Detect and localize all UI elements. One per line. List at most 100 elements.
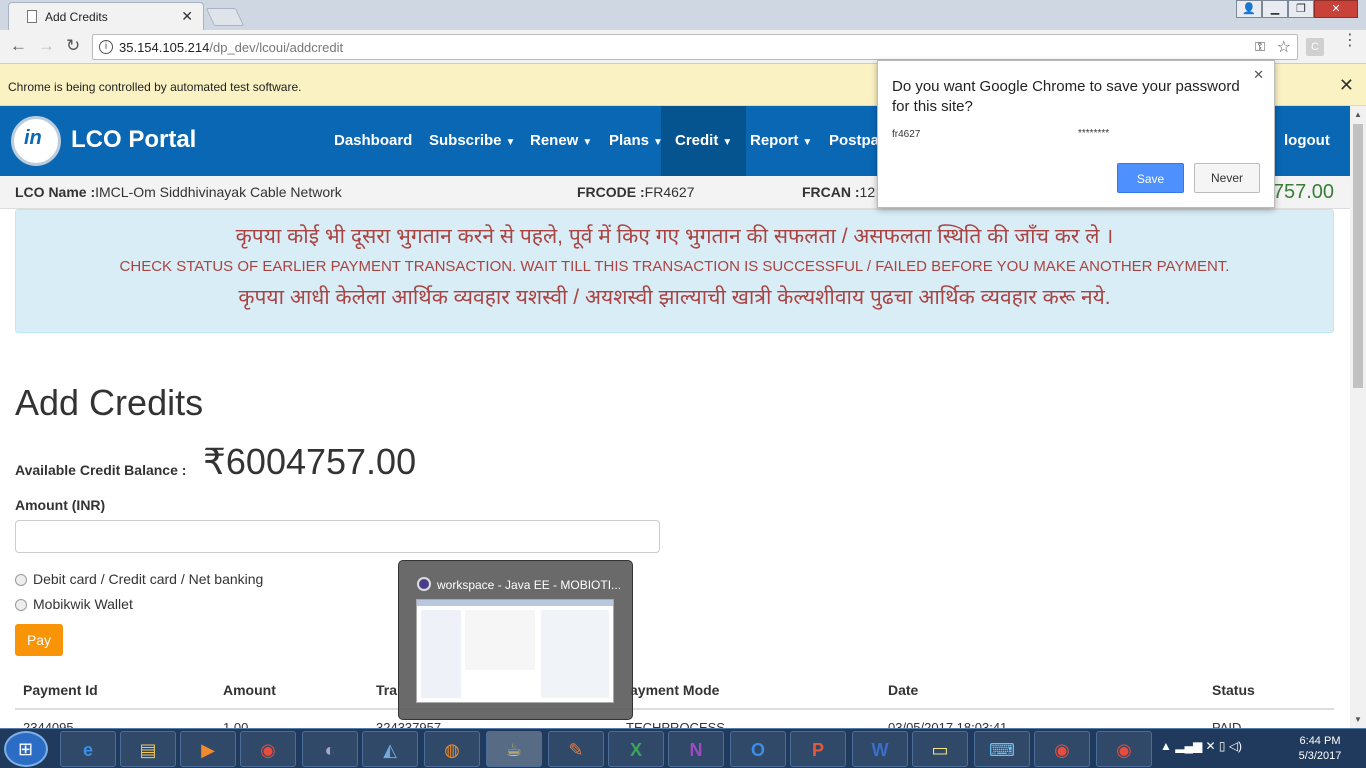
card-radio[interactable] bbox=[15, 574, 27, 586]
preview-thumbnail[interactable] bbox=[416, 599, 614, 703]
user-icon[interactable]: 👤 bbox=[1236, 0, 1262, 18]
nav-logout[interactable]: logout bbox=[1284, 106, 1330, 176]
in-digital-logo[interactable]: in bbox=[11, 116, 61, 166]
nav-subscribe[interactable]: Subscribe ▼ bbox=[429, 106, 515, 176]
scroll-up-icon[interactable]: ▲ bbox=[1354, 110, 1362, 119]
frcode: FRCODE :FR4627 bbox=[577, 184, 694, 200]
amount-input[interactable] bbox=[15, 520, 660, 553]
sticky-notes-icon[interactable]: ▭ bbox=[912, 731, 968, 767]
save-password-button[interactable]: Save bbox=[1117, 163, 1184, 193]
eclipse-icon bbox=[417, 577, 431, 591]
window-controls: 👤 ▁ ❐ ✕ bbox=[1236, 0, 1358, 20]
windows-taskbar: ⊞ e ▤ ▶ ◉ ◐ ◭ ◍ ☕ ✎ X N O P W ▭ ⌨ ◉ ◉ ▲ … bbox=[0, 728, 1366, 768]
powerpoint-icon[interactable]: P bbox=[790, 731, 846, 767]
balance-label: Available Credit Balance : bbox=[15, 462, 187, 478]
address-bar[interactable]: i 35.154.105.214/dp_dev/lcoui/addcredit … bbox=[92, 34, 1298, 60]
remote-desktop-icon[interactable]: ⌨ bbox=[974, 731, 1030, 767]
firefox-icon[interactable]: ◍ bbox=[424, 731, 480, 767]
system-clock[interactable]: 6:44 PM 5/3/2017 bbox=[1292, 734, 1348, 764]
back-icon[interactable]: ← bbox=[10, 36, 27, 56]
lco-name-value: IMCL-Om Siddhivinayak Cable Network bbox=[95, 184, 342, 200]
wallet-radio[interactable] bbox=[15, 599, 27, 611]
key-icon[interactable]: ⚿ bbox=[1255, 39, 1265, 55]
url-path: /dp_dev/lcoui/addcredit bbox=[209, 40, 344, 55]
header-balance: 757.00 bbox=[1272, 181, 1334, 203]
caret-down-icon: ▼ bbox=[582, 137, 593, 148]
frcan-label: FRCAN : bbox=[802, 184, 860, 200]
pay-button[interactable]: Pay bbox=[15, 624, 63, 656]
close-window-icon[interactable]: ✕ bbox=[1314, 0, 1358, 18]
clock-time: 6:44 PM bbox=[1299, 735, 1341, 747]
payment-warning-alert: कृपया कोई भी दूसरा भुगतान करने से पहले, … bbox=[15, 209, 1334, 333]
thumbnail-toolbar bbox=[417, 600, 613, 606]
extension-icon[interactable]: C bbox=[1306, 38, 1324, 56]
info-icon[interactable]: i bbox=[99, 40, 113, 54]
media-player-icon[interactable]: ▶ bbox=[180, 731, 236, 767]
lco-name-label: LCO Name : bbox=[15, 184, 96, 200]
col-amount: Amount bbox=[223, 682, 276, 698]
chrome-window-icon-2[interactable]: ◉ bbox=[1096, 731, 1152, 767]
col-status: Status bbox=[1212, 682, 1255, 698]
nav-renew-label: Renew bbox=[530, 132, 579, 149]
nav-credit[interactable]: Credit ▼ bbox=[661, 106, 747, 176]
frcode-label: FRCODE : bbox=[577, 184, 645, 200]
thumbnail-panel bbox=[541, 610, 609, 698]
balance-value: ₹6004757.00 bbox=[203, 441, 417, 482]
forward-icon[interactable]: → bbox=[38, 36, 55, 56]
infobar-message: Chrome is being controlled by automated … bbox=[8, 80, 302, 94]
chrome-window-icon[interactable]: ◉ bbox=[1034, 731, 1090, 767]
page-icon bbox=[27, 10, 37, 23]
reload-icon[interactable]: ↻ bbox=[66, 36, 80, 56]
option-card[interactable]: Debit card / Credit card / Net banking bbox=[15, 571, 263, 587]
explorer-icon[interactable]: ▤ bbox=[120, 731, 176, 767]
tab-close-icon[interactable]: ✕ bbox=[181, 8, 193, 25]
minimize-icon[interactable]: ▁ bbox=[1262, 0, 1288, 18]
page-title: Add Credits bbox=[15, 382, 204, 423]
java-ee-ide-icon[interactable]: ☕ bbox=[486, 731, 542, 767]
mysql-icon[interactable]: ◭ bbox=[362, 731, 418, 767]
scroll-down-icon[interactable]: ▼ bbox=[1354, 715, 1362, 724]
word-icon[interactable]: W bbox=[852, 731, 908, 767]
chrome-icon[interactable]: ◉ bbox=[240, 731, 296, 767]
saved-username: fr4627 bbox=[892, 129, 921, 140]
browser-tab[interactable]: Add Credits ✕ bbox=[8, 2, 204, 30]
excel-icon[interactable]: X bbox=[608, 731, 664, 767]
dialog-close-icon[interactable]: ✕ bbox=[1253, 67, 1264, 83]
ie-icon[interactable]: e bbox=[60, 731, 116, 767]
scrollbar-thumb[interactable] bbox=[1353, 124, 1363, 388]
frcan-value: 12 bbox=[859, 184, 876, 200]
alert-hindi: कृपया कोई भी दूसरा भुगतान करने से पहले, … bbox=[235, 225, 1114, 248]
alert-marathi: कृपया आधी केलेला आर्थिक व्यवहार यशस्वी /… bbox=[238, 286, 1111, 309]
frcode-value: FR4627 bbox=[644, 184, 695, 200]
bookmark-star-icon[interactable]: ☆ bbox=[1277, 37, 1291, 57]
alert-english: CHECK STATUS OF EARLIER PAYMENT TRANSACT… bbox=[119, 258, 1230, 275]
maximize-icon[interactable]: ❐ bbox=[1288, 0, 1314, 18]
caret-down-icon: ▼ bbox=[505, 137, 516, 148]
page-scrollbar[interactable]: ▲ ▼ bbox=[1350, 106, 1366, 728]
nav-report[interactable]: Report ▼ bbox=[750, 106, 812, 176]
option-wallet[interactable]: Mobikwik Wallet bbox=[15, 596, 133, 612]
caret-down-icon: ▼ bbox=[802, 137, 813, 148]
onenote-icon[interactable]: N bbox=[668, 731, 724, 767]
brand-title[interactable]: LCO Portal bbox=[71, 126, 196, 154]
tool-icon[interactable]: ✎ bbox=[548, 731, 604, 767]
system-tray[interactable]: ▲ ▂▄▆ ✕ ▯ ◁) bbox=[1160, 739, 1242, 753]
chrome-menu-icon[interactable]: ⋮ bbox=[1342, 33, 1358, 49]
never-button[interactable]: Never bbox=[1194, 163, 1260, 193]
logout-label: logout bbox=[1284, 132, 1330, 149]
new-tab-button[interactable] bbox=[205, 8, 245, 26]
nav-renew[interactable]: Renew ▼ bbox=[530, 106, 592, 176]
nav-postpaid-label: Postpa bbox=[829, 132, 880, 149]
infobar-close-icon[interactable]: ✕ bbox=[1339, 75, 1354, 96]
nav-dashboard[interactable]: Dashboard bbox=[334, 106, 412, 176]
start-button[interactable]: ⊞ bbox=[4, 731, 48, 767]
frcan: FRCAN :12 bbox=[802, 184, 875, 200]
nav-plans-label: Plans bbox=[609, 132, 650, 149]
outlook-icon[interactable]: O bbox=[730, 731, 786, 767]
nav-report-label: Report bbox=[750, 132, 799, 149]
taskbar-thumbnail-preview[interactable]: workspace - Java EE - MOBIOTI... bbox=[398, 560, 633, 720]
thumbnail-tree bbox=[421, 610, 461, 698]
eclipse-taskbar-icon[interactable]: ◐ bbox=[302, 731, 358, 767]
nav-plans[interactable]: Plans ▼ bbox=[609, 106, 663, 176]
nav-postpaid[interactable]: Postpa bbox=[829, 106, 879, 176]
